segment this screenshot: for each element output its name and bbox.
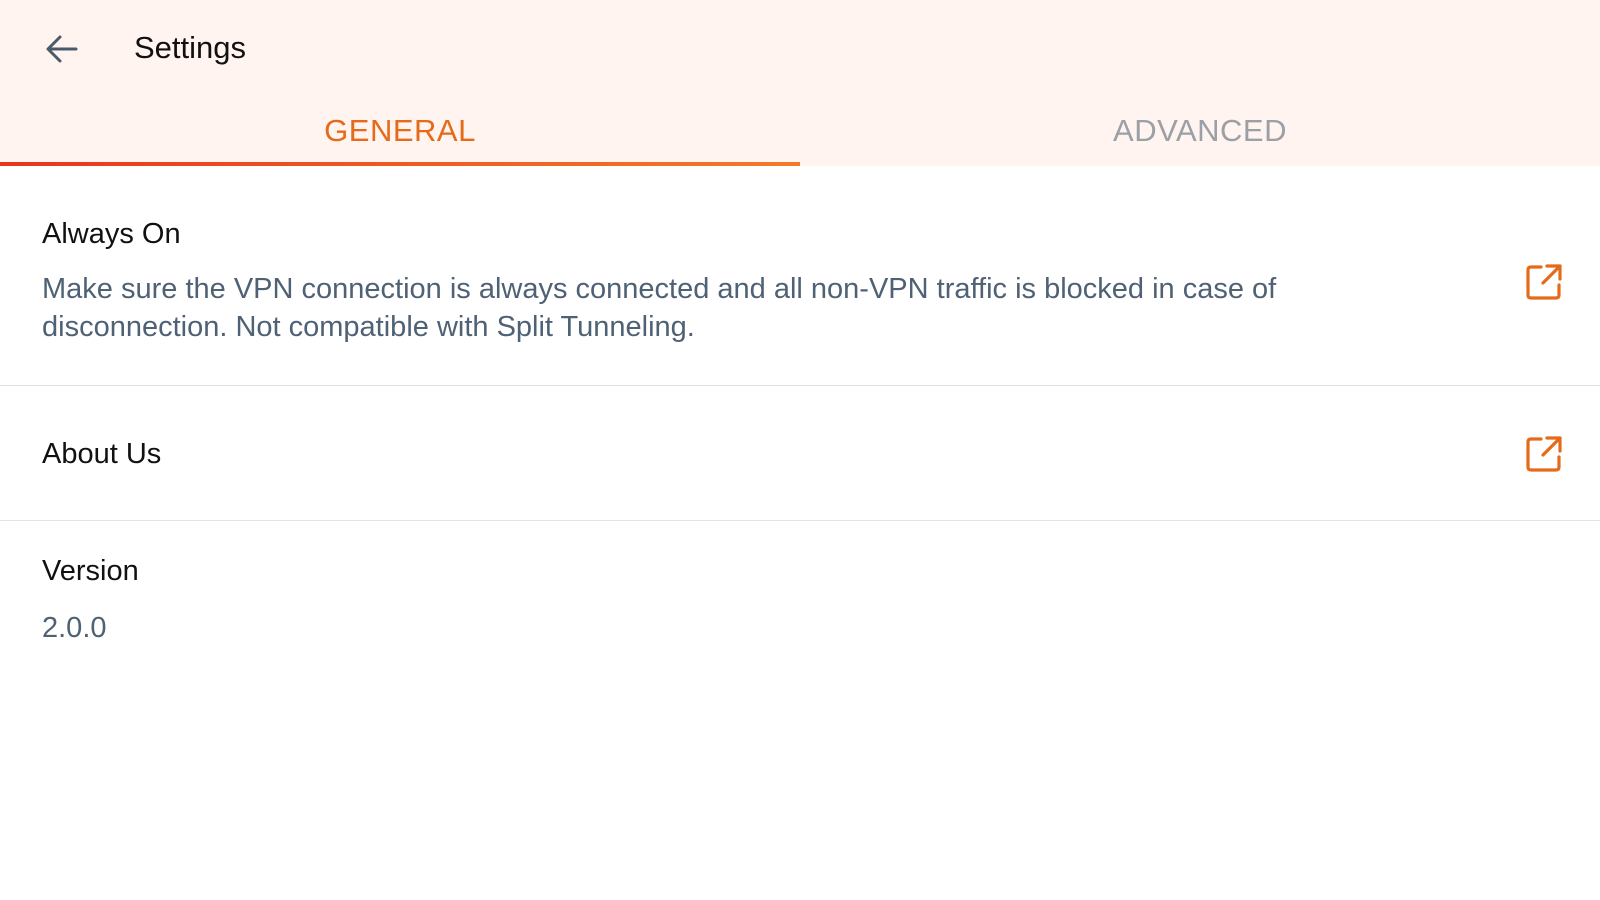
page-title: Settings xyxy=(134,30,247,65)
app-header: Settings GENERAL ADVANCED xyxy=(0,0,1600,166)
tab-general-label: GENERAL xyxy=(324,113,476,148)
tab-advanced[interactable]: ADVANCED xyxy=(800,96,1600,166)
version-value: 2.0.0 xyxy=(42,612,107,644)
setting-always-on-title: Always On xyxy=(42,218,181,250)
external-link-icon xyxy=(1526,264,1562,300)
settings-screen: Settings GENERAL ADVANCED Always On Make… xyxy=(0,0,1600,900)
settings-list: Always On Make sure the VPN connection i… xyxy=(0,166,1600,701)
always-on-open-button[interactable] xyxy=(1520,258,1568,306)
setting-always-on[interactable]: Always On Make sure the VPN connection i… xyxy=(0,166,1600,386)
arrow-left-icon xyxy=(46,35,78,63)
setting-version: Version 2.0.0 xyxy=(0,521,1600,701)
tab-advanced-label: ADVANCED xyxy=(1113,113,1287,148)
external-link-icon xyxy=(1526,436,1562,472)
setting-always-on-description: Make sure the VPN connection is always c… xyxy=(42,273,1277,343)
about-us-open-button[interactable] xyxy=(1520,430,1568,478)
setting-about-us-title: About Us xyxy=(42,438,162,470)
tab-bar: GENERAL ADVANCED xyxy=(0,96,1600,166)
setting-version-title: Version xyxy=(42,555,139,587)
back-button[interactable] xyxy=(36,26,88,72)
setting-about-us[interactable]: About Us xyxy=(0,386,1600,521)
tab-general[interactable]: GENERAL xyxy=(0,96,800,166)
